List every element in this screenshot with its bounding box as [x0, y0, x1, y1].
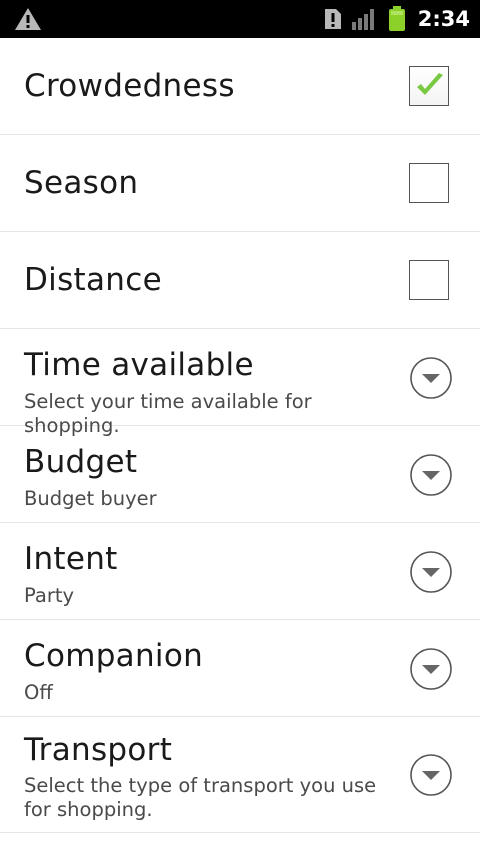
- signal-bars-icon: [351, 8, 378, 30]
- setting-title: Transport: [24, 732, 173, 768]
- crowdedness-checkbox[interactable]: [409, 66, 449, 106]
- next-setting-row-partial[interactable]: [0, 833, 480, 863]
- dropdown-arrow-icon[interactable]: [409, 356, 453, 400]
- warning-icon: [15, 8, 41, 30]
- clock: 2:34: [417, 7, 470, 31]
- setting-companion[interactable]: Companion Off: [0, 620, 480, 717]
- sim-alert-icon: [324, 8, 342, 30]
- distance-checkbox[interactable]: [409, 260, 449, 300]
- setting-time-available[interactable]: Time available Select your time availabl…: [0, 329, 480, 437]
- setting-distance[interactable]: Distance: [0, 232, 480, 329]
- status-bar: 2:34: [0, 0, 480, 38]
- setting-title: Budget: [24, 444, 138, 480]
- setting-budget[interactable]: Budget Budget buyer: [0, 426, 480, 523]
- setting-summary: Select the type of transport you use for…: [24, 774, 377, 821]
- setting-crowdedness[interactable]: Crowdedness: [0, 38, 480, 135]
- setting-season[interactable]: Season: [0, 135, 480, 232]
- setting-summary: Party: [24, 584, 75, 607]
- status-icons: 2:34: [314, 0, 470, 38]
- setting-title: Crowdedness: [24, 68, 235, 104]
- dropdown-arrow-icon[interactable]: [409, 550, 453, 594]
- dropdown-arrow-icon[interactable]: [409, 647, 453, 691]
- dropdown-arrow-icon[interactable]: [409, 453, 453, 497]
- setting-summary: Budget buyer: [24, 487, 157, 510]
- setting-title: Distance: [24, 262, 162, 298]
- setting-transport[interactable]: Transport Select the type of transport y…: [0, 717, 480, 833]
- checkmark-icon: [417, 73, 443, 95]
- season-checkbox[interactable]: [409, 163, 449, 203]
- settings-list: Crowdedness Season Distance Time availab…: [0, 38, 480, 863]
- setting-title: Season: [24, 165, 139, 201]
- setting-title: Time available: [24, 347, 254, 383]
- setting-summary: Off: [24, 681, 53, 704]
- setting-intent[interactable]: Intent Party: [0, 523, 480, 620]
- battery-icon: [388, 6, 406, 32]
- dropdown-arrow-icon[interactable]: [409, 753, 453, 797]
- setting-title: Intent: [24, 541, 118, 577]
- setting-title: Companion: [24, 638, 204, 674]
